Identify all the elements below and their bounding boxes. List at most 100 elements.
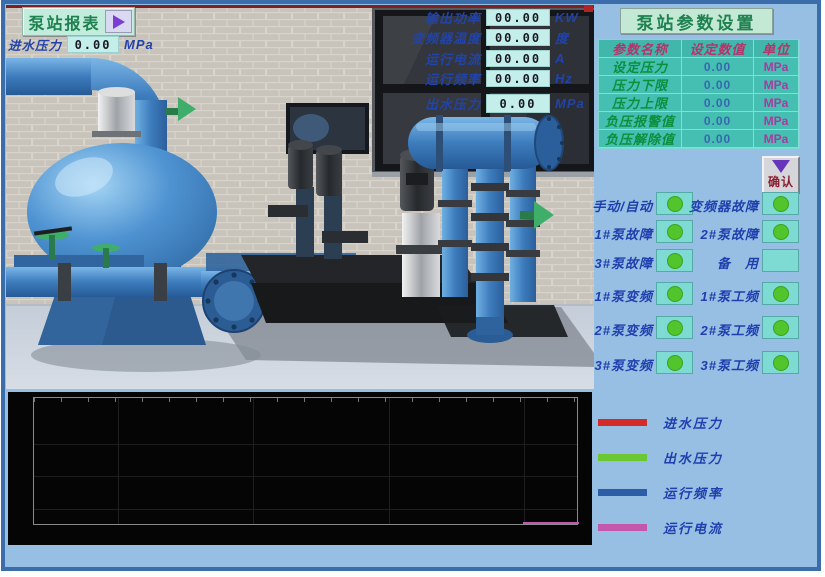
gridline-h — [34, 509, 577, 510]
status-label-pump1-vfd: 1#泵变频 — [563, 286, 653, 305]
param-name: 压力上限 — [599, 94, 682, 112]
status-lamp-pump3-mains — [762, 351, 799, 374]
status-label-pump2-fault: 2#泵故障 — [669, 224, 759, 243]
run-frequency-label: 运行频率 — [368, 69, 486, 88]
run-frequency-unit: Hz — [550, 71, 584, 86]
status-lamp-pump2-mains — [762, 316, 799, 339]
run-current-label: 运行电流 — [368, 49, 486, 68]
status-label-spare: 备 用 — [669, 253, 759, 272]
output-power-unit: KW — [550, 10, 584, 25]
screen-frame: 泵站报表 进水压力 0.00 MPa 输出功率 00.00 KW 变频器温度 0… — [1, 0, 821, 571]
axis-ticks — [34, 398, 577, 402]
status-label-pump2-vfd: 2#泵变频 — [563, 320, 653, 339]
gridline-h — [34, 444, 577, 445]
params-panel-title: 泵站参数设置 — [620, 8, 773, 34]
legend-swatch-green — [598, 454, 647, 461]
output-power-row: 输出功率 00.00 KW — [368, 8, 584, 27]
legend-label: 运行电流 — [663, 518, 723, 537]
lamp-icon — [773, 355, 789, 371]
param-value[interactable]: 0.00 — [682, 76, 754, 94]
report-open-button[interactable] — [105, 10, 132, 33]
param-value[interactable]: 0.00 — [682, 112, 754, 130]
hmi-pump-station-screen: 泵站报表 进水压力 0.00 MPa 输出功率 00.00 KW 变频器温度 0… — [0, 0, 825, 577]
legend-item-outlet-pressure: 出水压力 — [598, 449, 723, 465]
gridline-v — [389, 398, 390, 524]
header-pipe — [408, 115, 564, 171]
status-lamp-pump2-fault — [762, 220, 799, 243]
pump-motor-1 — [288, 140, 313, 189]
inlet-pressure-label: 进水压力 — [8, 35, 62, 54]
param-name: 设定压力 — [599, 58, 682, 76]
inverter-temp-label: 变频器温度 — [368, 28, 486, 47]
legend-label: 出水压力 — [663, 448, 723, 467]
gridline-v — [253, 398, 254, 524]
gridline-v — [524, 398, 525, 524]
trend-chart — [8, 392, 592, 545]
pump-column-chrome — [396, 213, 446, 297]
status-label-pump3-vfd: 3#泵变频 — [563, 355, 653, 374]
legend-swatch-blue — [598, 489, 647, 496]
confirm-button-label: 确认 — [768, 173, 794, 190]
output-power-label: 输出功率 — [368, 8, 486, 27]
lamp-icon — [773, 196, 789, 212]
gridline-h — [34, 476, 577, 477]
run-frequency-row: 运行频率 00.00 Hz — [368, 69, 584, 88]
pump-station-scene: 泵站报表 进水压力 0.00 MPa 输出功率 00.00 KW 变频器温度 0… — [6, 5, 594, 389]
status-label-vfd-fault: 变频器故障 — [669, 196, 759, 215]
status-label-pump2-mains: 2#泵工频 — [669, 320, 759, 339]
lamp-icon — [773, 320, 789, 336]
status-label-pump3-mains: 3#泵工频 — [669, 355, 759, 374]
lamp-icon — [773, 224, 789, 240]
status-label-pump3-fault: 3#泵故障 — [563, 253, 653, 272]
outlet-pressure-value: 0.00 — [486, 94, 550, 113]
confirm-arrow-icon — [772, 160, 790, 173]
legend-swatch-red — [598, 419, 647, 426]
col-header-name: 参数名称 — [599, 40, 682, 58]
legend-item-run-current: 运行电流 — [598, 519, 723, 535]
param-name: 负压解除值 — [599, 130, 682, 148]
param-value[interactable]: 0.00 — [682, 94, 754, 112]
scene-red-marker — [584, 5, 593, 12]
inverter-temp-row: 变频器温度 00.00 度 — [368, 28, 584, 47]
legend-item-run-frequency: 运行频率 — [598, 484, 723, 500]
param-unit: MPa — [754, 76, 799, 94]
legend-label: 进水压力 — [663, 413, 723, 432]
trend-plot-area — [33, 397, 578, 525]
run-current-trace — [523, 522, 579, 524]
param-value[interactable]: 0.00 — [682, 130, 754, 148]
report-button-label: 泵站报表 — [24, 10, 105, 34]
params-table: 参数名称 设定数值 单位 设定压力 0.00 MPa 压力下限 0.00 MPa… — [598, 39, 800, 149]
legend-label: 运行频率 — [663, 483, 723, 502]
param-name: 压力下限 — [599, 76, 682, 94]
run-frequency-value: 00.00 — [486, 70, 550, 87]
play-icon — [113, 15, 125, 29]
outlet-pressure-row: 出水压力 0.00 MPa — [368, 93, 584, 114]
run-current-row: 运行电流 00.00 A — [368, 49, 584, 68]
pump-motor-2 — [316, 145, 342, 196]
outlet-pressure-unit: MPa — [550, 96, 584, 111]
col-header-value: 设定数值 — [682, 40, 754, 58]
run-current-unit: A — [550, 51, 584, 66]
inlet-pressure-value: 0.00 — [67, 36, 119, 53]
param-value[interactable]: 0.00 — [682, 58, 754, 76]
outlet-pressure-label: 出水压力 — [368, 94, 486, 113]
status-label-manual-auto: 手动/自动 — [563, 196, 653, 215]
legend-swatch-magenta — [598, 524, 647, 531]
status-lamp-vfd-fault — [762, 192, 799, 215]
status-label-pump1-fault: 1#泵故障 — [563, 224, 653, 243]
param-unit: MPa — [754, 130, 799, 148]
status-lamp-spare — [762, 249, 799, 272]
output-power-value: 00.00 — [486, 9, 550, 26]
status-lamp-pump1-mains — [762, 282, 799, 305]
col-header-unit: 单位 — [754, 40, 799, 58]
inverter-temp-unit: 度 — [550, 28, 584, 47]
inlet-pressure-row: 进水压力 0.00 MPa — [8, 35, 176, 54]
report-button[interactable]: 泵站报表 — [22, 7, 135, 36]
legend-item-inlet-pressure: 进水压力 — [598, 414, 723, 430]
inverter-temp-value: 00.00 — [486, 29, 550, 46]
lamp-icon — [773, 286, 789, 302]
param-unit: MPa — [754, 58, 799, 76]
status-label-pump1-mains: 1#泵工频 — [669, 286, 759, 305]
confirm-button[interactable]: 确认 — [762, 156, 800, 194]
param-unit: MPa — [754, 112, 799, 130]
